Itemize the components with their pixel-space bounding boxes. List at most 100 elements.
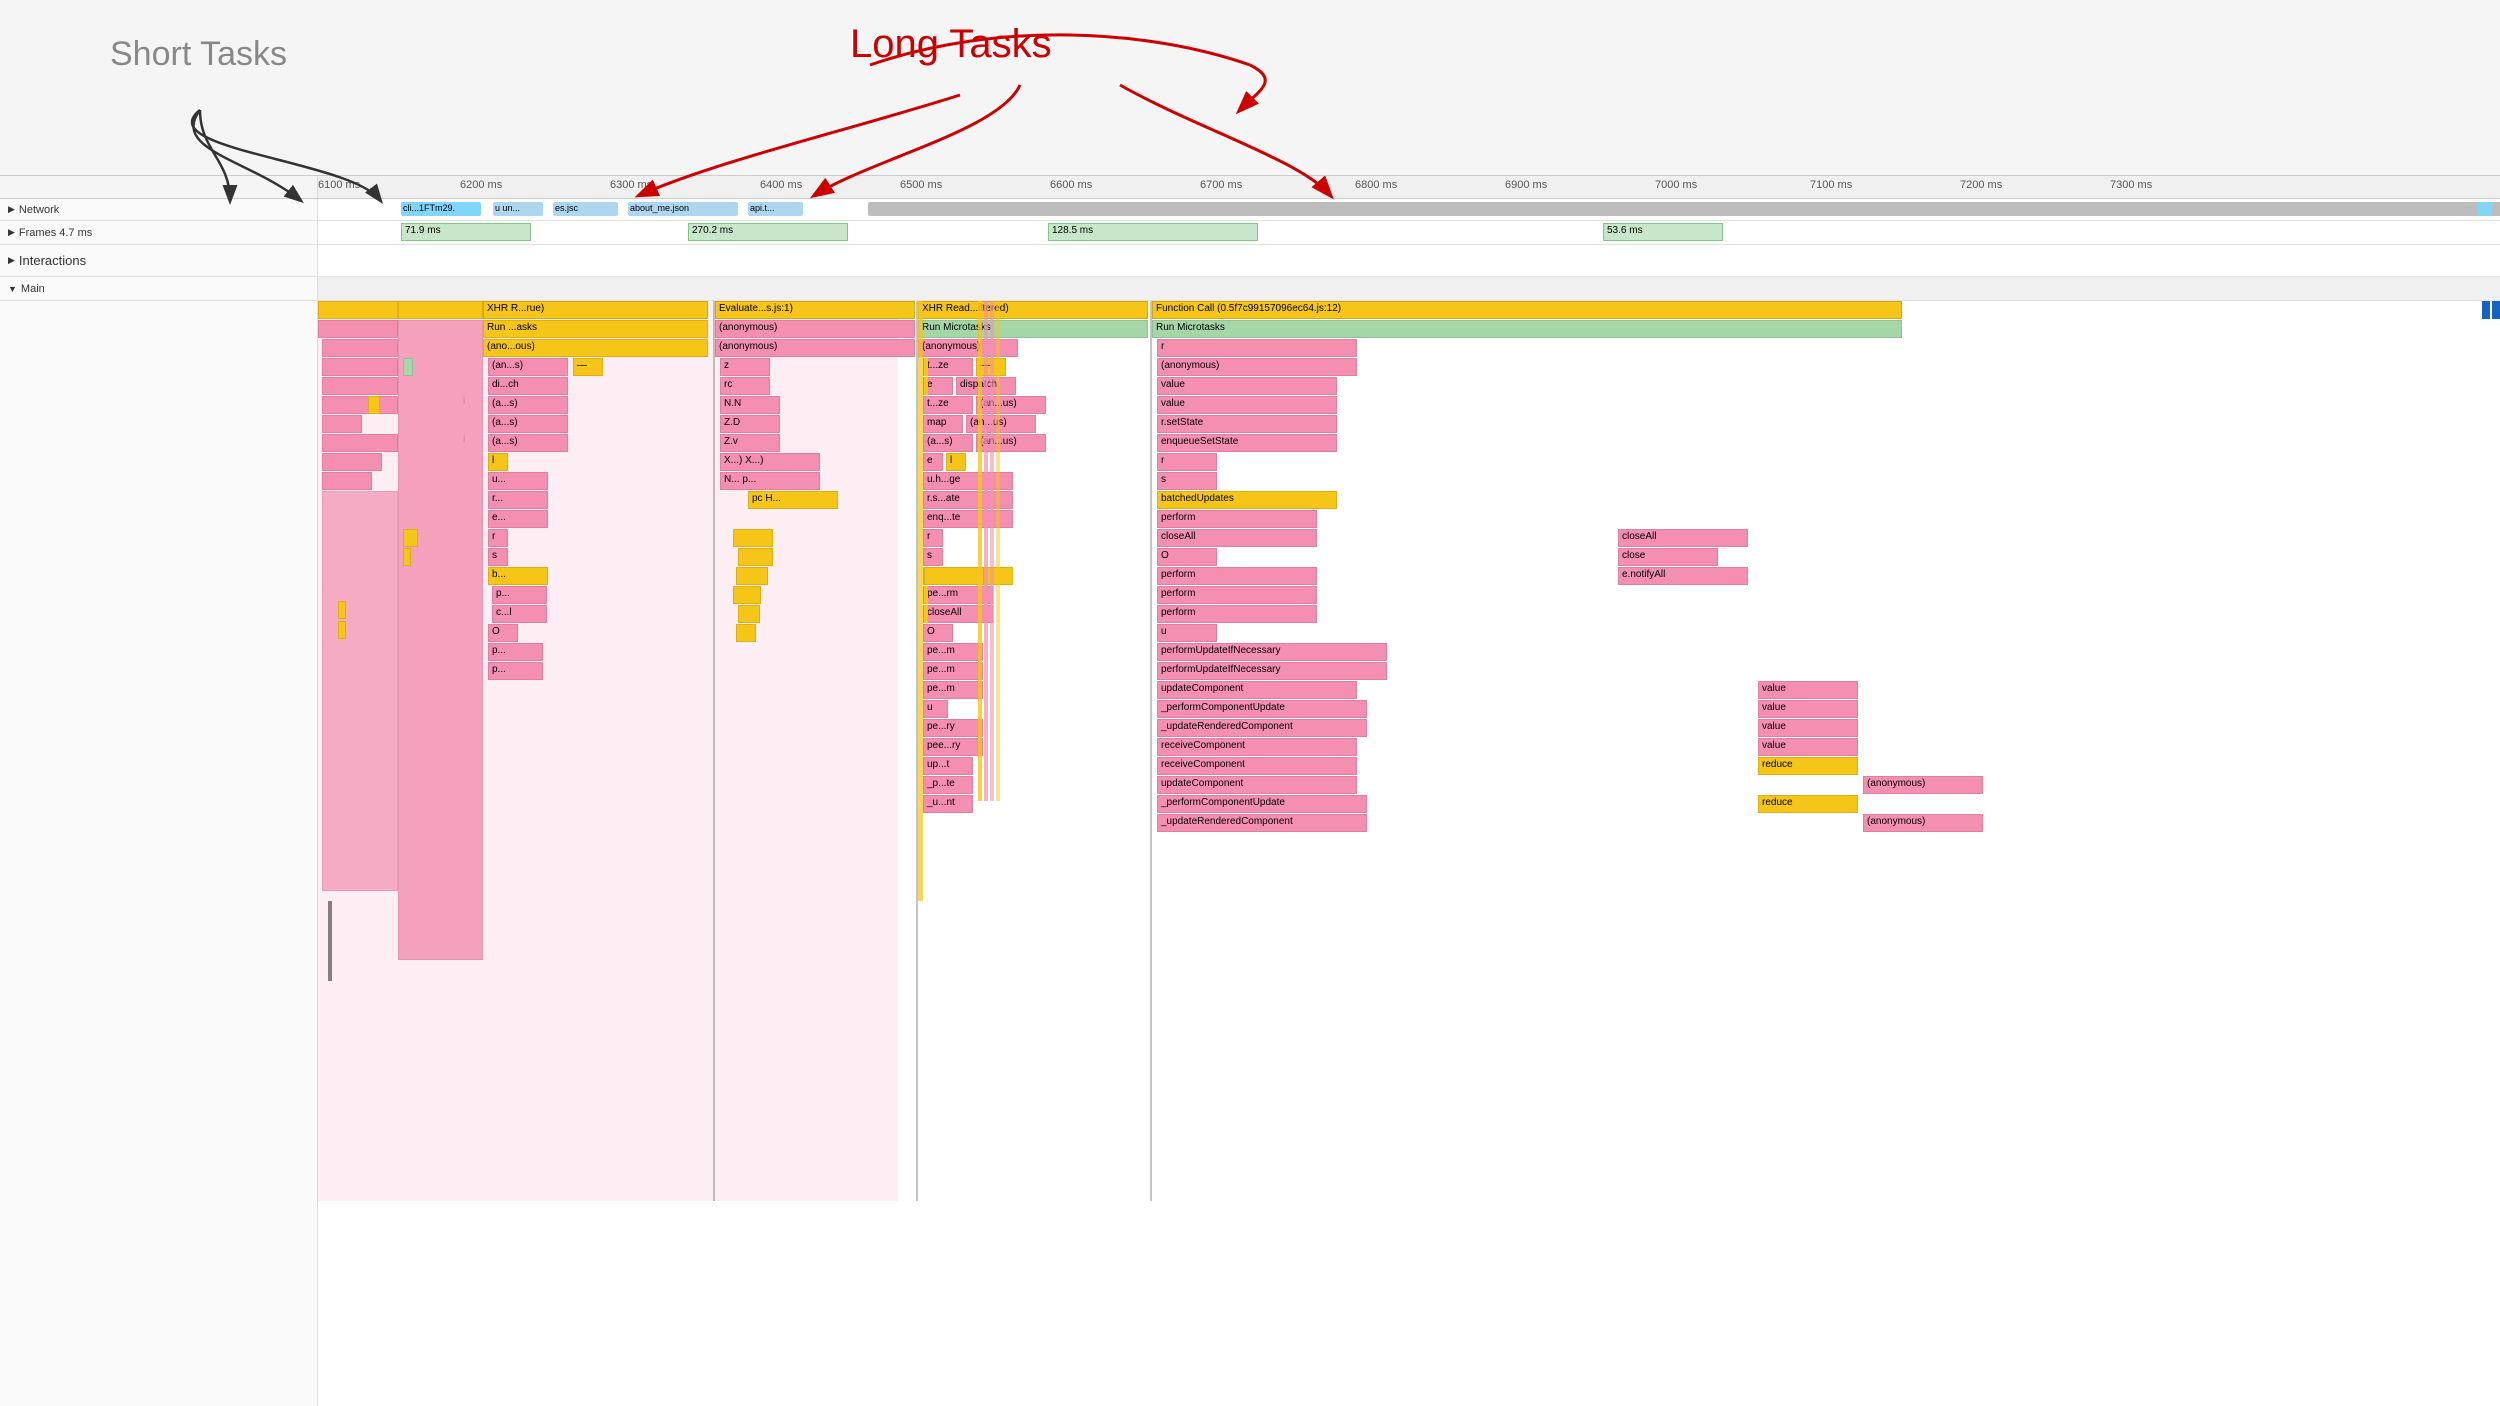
s4-right-reduce2[interactable]: reduce — [1758, 795, 1858, 813]
s4-r9[interactable]: s — [1157, 472, 1217, 490]
s3-r23[interactable]: pee...ry — [923, 738, 983, 756]
s4-r25[interactable]: updateComponent — [1157, 776, 1357, 794]
s2-r9[interactable]: N... p... — [720, 472, 820, 490]
s3-r3[interactable]: t...ze — [923, 358, 973, 376]
s4-right-reduce1[interactable]: reduce — [1758, 757, 1858, 775]
s2-r7[interactable]: Z.v — [720, 434, 780, 452]
s4-r3[interactable]: (anonymous) — [1157, 358, 1357, 376]
s4-r2[interactable]: r — [1157, 339, 1357, 357]
s3-r19[interactable]: pe...m — [923, 662, 983, 680]
s4-r27[interactable]: _updateRenderedComponent — [1157, 814, 1367, 832]
s1-r11[interactable]: r... — [488, 491, 548, 509]
s4-r14[interactable]: perform — [1157, 567, 1317, 585]
s4-r4[interactable]: value — [1157, 377, 1337, 395]
s3-r16[interactable]: closeAll — [923, 605, 993, 623]
s4-r26[interactable]: _performComponentUpdate — [1157, 795, 1367, 813]
flame-content[interactable]: i i XHR R...rue) Run ...asks (ano...ous)… — [318, 301, 2500, 1406]
s4-r10[interactable]: batchedUpdates — [1157, 491, 1337, 509]
flame-chart-main[interactable]: i i XHR R...rue) Run ...asks (ano...ous)… — [0, 301, 2500, 1406]
s4-right-closeall[interactable]: closeAll — [1618, 529, 1748, 547]
s1-r15[interactable]: b... — [488, 567, 548, 585]
s4-r12[interactable]: closeAll — [1157, 529, 1317, 547]
s4-r18[interactable]: performUpdateIfNecessary — [1157, 643, 1387, 661]
s2-r1[interactable]: (anonymous) — [715, 320, 915, 338]
s3-r20[interactable]: pe...m — [923, 681, 983, 699]
s4-right-value1[interactable]: value — [1758, 681, 1858, 699]
s1-r8[interactable]: (a...s) — [488, 434, 568, 452]
s4-r21[interactable]: _performComponentUpdate — [1157, 700, 1367, 718]
s1-r17[interactable]: c...l — [492, 605, 547, 623]
s4-right-close[interactable]: close — [1618, 548, 1718, 566]
s1-r12[interactable]: e... — [488, 510, 548, 528]
s3-r26[interactable]: _u...nt — [923, 795, 973, 813]
s4-right-value2[interactable]: value — [1758, 700, 1858, 718]
s3-r21[interactable]: u — [923, 700, 948, 718]
s4-r1[interactable]: Run Microtasks — [1152, 320, 1902, 338]
s4-r8[interactable]: r — [1157, 453, 1217, 471]
s3-r24[interactable]: up...t — [923, 757, 973, 775]
section2-header[interactable]: Evaluate...s.js:1) — [715, 301, 915, 319]
s1-r16[interactable]: p... — [492, 586, 547, 604]
s1-r5[interactable]: di...ch — [488, 377, 568, 395]
s3-r5[interactable]: t...ze — [923, 396, 973, 414]
s4-r20[interactable]: updateComponent — [1157, 681, 1357, 699]
s4-right-enotifyall[interactable]: e.notifyAll — [1618, 567, 1748, 585]
s2-r6[interactable]: Z.D — [720, 415, 780, 433]
s2-r3[interactable]: z — [720, 358, 770, 376]
s3-r2[interactable]: (anonymous) — [918, 339, 1018, 357]
s4-r15[interactable]: perform — [1157, 586, 1317, 604]
s1-r1[interactable]: Run ...asks — [483, 320, 708, 338]
s3-r1[interactable]: Run Microtasks — [918, 320, 1148, 338]
s2-r5[interactable]: N.N — [720, 396, 780, 414]
s1-r7[interactable]: (a...s) — [488, 415, 568, 433]
s3-r15[interactable]: pe...rm — [923, 586, 993, 604]
section4-header[interactable]: Function Call (0.5f7c99157096ec64.js:12) — [1152, 301, 1902, 319]
s2-r2[interactable]: (anonymous) — [715, 339, 915, 357]
s1-r14[interactable]: s — [488, 548, 508, 566]
s3-r8b[interactable]: l — [946, 453, 966, 471]
frames-expand-icon[interactable]: ▶ — [8, 227, 15, 238]
s3-r13[interactable]: s — [923, 548, 943, 566]
s1-r19[interactable]: p... — [488, 643, 543, 661]
s3-r12[interactable]: r — [923, 529, 943, 547]
s2-r10[interactable]: pc H... — [748, 491, 838, 509]
s1-r2[interactable]: (ano...ous) — [483, 339, 708, 357]
s3-r22[interactable]: pe...ry — [923, 719, 983, 737]
s4-r19[interactable]: performUpdateIfNecessary — [1157, 662, 1387, 680]
s4-r6[interactable]: r.setState — [1157, 415, 1337, 433]
interactions-expand-icon[interactable]: ▶ — [8, 255, 15, 266]
s4-right-anon2[interactable]: (anonymous) — [1863, 814, 1983, 832]
s1-r20[interactable]: p... — [488, 662, 543, 680]
s3-r17[interactable]: O — [923, 624, 953, 642]
network-expand-icon[interactable]: ▶ — [8, 204, 15, 215]
s3-r8[interactable]: e — [923, 453, 943, 471]
s4-r7[interactable]: enqueueSetState — [1157, 434, 1337, 452]
s1-r9[interactable]: l — [488, 453, 508, 471]
s1-r10[interactable]: u... — [488, 472, 548, 490]
s3-r25[interactable]: _p...te — [923, 776, 973, 794]
main-collapse-icon[interactable]: ▼ — [8, 284, 17, 294]
s4-r11[interactable]: perform — [1157, 510, 1317, 528]
s2-r8[interactable]: X...) X...) — [720, 453, 820, 471]
s4-right-anon1[interactable]: (anonymous) — [1863, 776, 1983, 794]
s4-r13[interactable]: O — [1157, 548, 1217, 566]
s4-r23[interactable]: receiveComponent — [1157, 738, 1357, 756]
s4-r22[interactable]: _updateRenderedComponent — [1157, 719, 1367, 737]
s3-r6b[interactable]: (an...us) — [966, 415, 1036, 433]
s4-r17[interactable]: u — [1157, 624, 1217, 642]
s1-r18[interactable]: O — [488, 624, 518, 642]
s1-r4[interactable]: — — [573, 358, 603, 376]
s3-r6[interactable]: map — [923, 415, 963, 433]
s1-r13[interactable]: r — [488, 529, 508, 547]
s3-r18[interactable]: pe...m — [923, 643, 983, 661]
s1-r3[interactable]: (an...s) — [488, 358, 568, 376]
s3-r7[interactable]: (a...s) — [923, 434, 973, 452]
s2-r4[interactable]: rc — [720, 377, 770, 395]
s4-r24[interactable]: receiveComponent — [1157, 757, 1357, 775]
s4-right-value4[interactable]: value — [1758, 738, 1858, 756]
s4-right-value3[interactable]: value — [1758, 719, 1858, 737]
s4-r5[interactable]: value — [1157, 396, 1337, 414]
section3-header[interactable]: XHR Read...iltered) — [918, 301, 1148, 319]
s4-r16[interactable]: perform — [1157, 605, 1317, 623]
s1-r6[interactable]: (a...s) — [488, 396, 568, 414]
